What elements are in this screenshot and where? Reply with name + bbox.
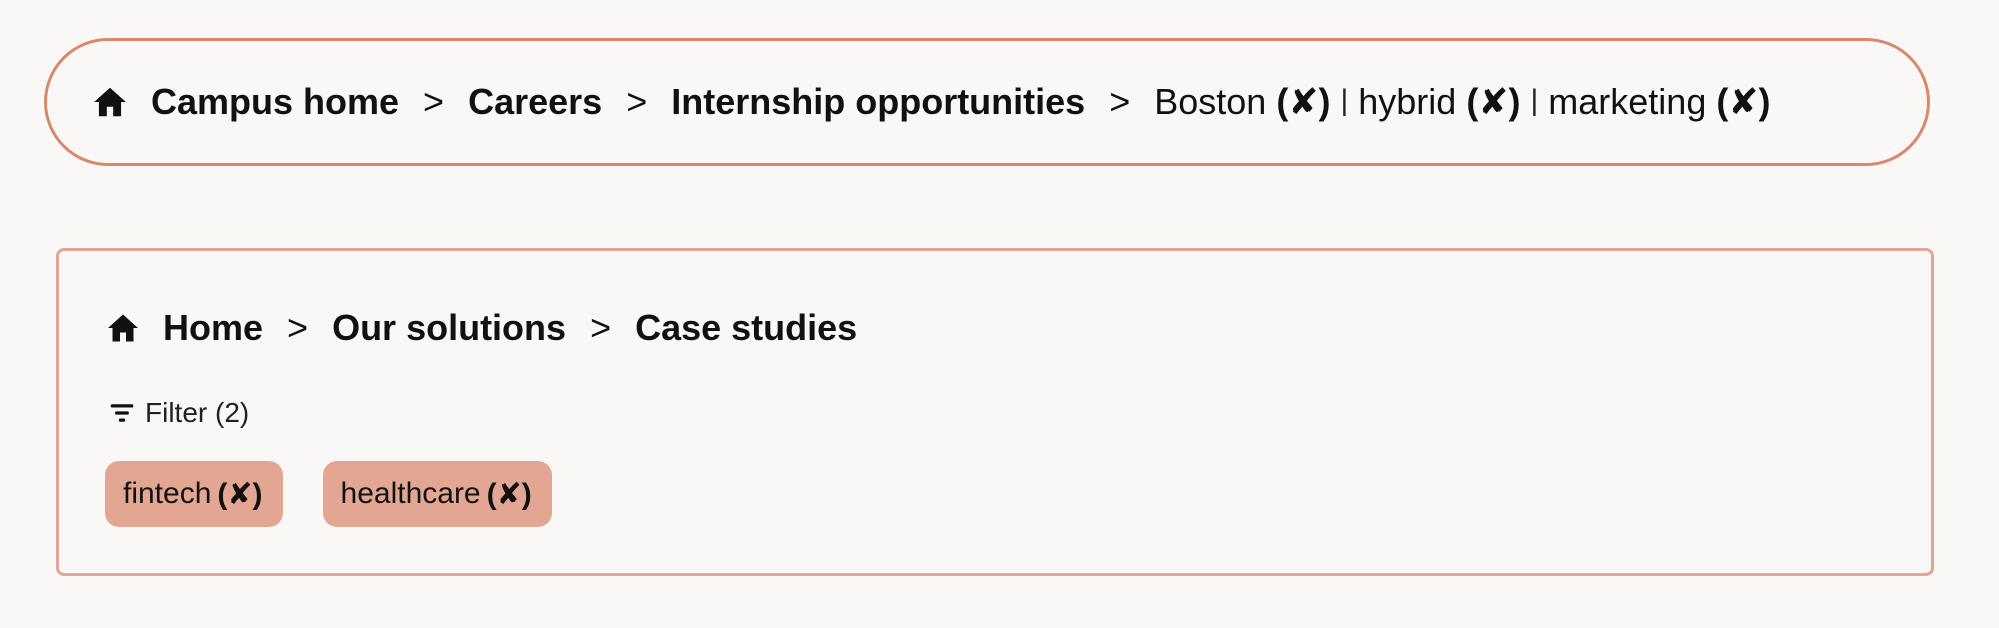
breadcrumb-campus-home[interactable]: Campus home: [151, 81, 399, 123]
filter-token-boston: Boston (✘): [1154, 81, 1330, 123]
filter-chip-healthcare: healthcare (✘): [322, 461, 552, 527]
solutions-breadcrumb-card: Home > Our solutions > Case studies Filt…: [56, 248, 1934, 576]
filter-toggle-label: Filter (2): [145, 397, 250, 428]
home-icon[interactable]: [91, 83, 129, 121]
remove-filter-boston-button[interactable]: (✘): [1276, 81, 1330, 122]
remove-chip-healthcare-button[interactable]: (✘): [487, 477, 532, 512]
solutions-breadcrumb: Home > Our solutions > Case studies: [105, 307, 857, 349]
filter-token-label: marketing: [1548, 81, 1707, 122]
breadcrumb-our-solutions[interactable]: Our solutions: [332, 307, 566, 349]
filter-divider: |: [1530, 84, 1539, 117]
home-icon[interactable]: [105, 310, 141, 346]
filter-token-hybrid: hybrid (✘): [1358, 81, 1520, 123]
breadcrumb-separator: >: [287, 307, 309, 348]
filter-token-label: hybrid: [1358, 81, 1457, 122]
remove-filter-hybrid-button[interactable]: (✘): [1466, 81, 1520, 122]
breadcrumb-home[interactable]: Home: [163, 307, 263, 349]
breadcrumb-separator: >: [590, 307, 612, 348]
breadcrumb-case-studies[interactable]: Case studies: [635, 307, 857, 349]
remove-chip-fintech-button[interactable]: (✘): [217, 477, 262, 512]
filter-icon: [107, 398, 137, 428]
campus-breadcrumb: Campus home > Careers > Internship oppor…: [44, 38, 1930, 166]
chip-label: healthcare: [340, 477, 481, 510]
filter-chip-fintech: fintech (✘): [105, 461, 283, 527]
filter-divider: |: [1340, 84, 1349, 117]
filter-token-marketing: marketing (✘): [1548, 81, 1770, 123]
breadcrumb-internship-opportunities[interactable]: Internship opportunities: [671, 81, 1085, 123]
filter-toggle-button[interactable]: Filter (2): [107, 397, 249, 429]
chip-label: fintech: [123, 477, 212, 510]
breadcrumb-separator: >: [423, 81, 445, 122]
breadcrumb-separator: >: [626, 81, 648, 122]
filter-token-label: Boston: [1154, 81, 1267, 122]
filter-chip-list: fintech (✘) healthcare (✘): [105, 461, 552, 527]
remove-filter-marketing-button[interactable]: (✘): [1716, 81, 1770, 122]
breadcrumb-separator: >: [1109, 81, 1131, 122]
breadcrumb-careers[interactable]: Careers: [468, 81, 602, 123]
